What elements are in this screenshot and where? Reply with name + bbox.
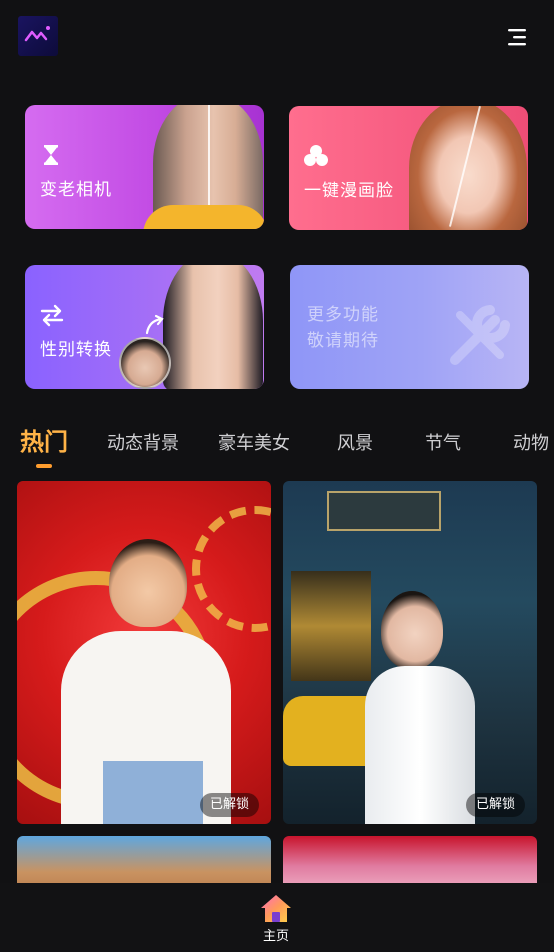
category-tabs: 热门 动态背景 豪车美女 风景 节气 动物 — [0, 418, 554, 470]
coming-soon-line2: 敬请期待 — [307, 331, 379, 351]
cartoon-face-image — [409, 106, 527, 230]
feature-card-cartoon-face[interactable]: 一键漫画脸 — [289, 106, 528, 230]
feature-label-cartoon: 一键漫画脸 — [304, 181, 394, 201]
unlocked-badge: 已解锁 — [199, 793, 259, 817]
tab-scenery[interactable]: 风景 — [337, 429, 373, 455]
tab-solar-terms[interactable]: 节气 — [425, 429, 461, 455]
woman-suit — [365, 666, 475, 824]
gender-arrow-icon — [143, 313, 167, 337]
feature-card-aging-camera[interactable]: 变老相机 — [25, 105, 264, 229]
feature-card-coming-soon: 更多功能 敬请期待 — [290, 265, 529, 389]
decor-fan — [192, 506, 271, 632]
nav-home[interactable]: 主页 — [256, 893, 296, 944]
person-head — [109, 539, 187, 627]
tab-hot[interactable]: 热门 — [20, 422, 68, 457]
nav-home-label: 主页 — [262, 929, 289, 944]
shop-sign — [327, 491, 441, 531]
bottom-nav: 主页 — [0, 883, 554, 952]
feature-label-aging: 变老相机 — [40, 180, 112, 200]
shop-front — [291, 571, 371, 681]
feature-label-gender: 性别转换 — [40, 340, 112, 360]
gender-female-image — [163, 265, 263, 389]
feature-card-gender-swap[interactable]: 性别转换 — [25, 265, 264, 389]
top-bar — [0, 0, 554, 80]
tab-animals[interactable]: 动物 — [513, 429, 549, 455]
tab-luxury-car-beauty[interactable]: 豪车美女 — [218, 429, 290, 455]
cluster-icon — [303, 144, 329, 168]
brand-logo-icon[interactable] — [18, 16, 58, 56]
woman-head — [381, 591, 443, 669]
gender-male-image — [119, 337, 171, 389]
active-tab-indicator — [36, 464, 52, 468]
hourglass-icon — [39, 143, 65, 167]
home-icon — [261, 895, 291, 922]
menu-icon[interactable] — [506, 26, 528, 48]
wrench-icon — [440, 295, 520, 375]
template-tile-new-year[interactable]: 已解锁 — [17, 481, 271, 824]
coming-soon-line1: 更多功能 — [307, 305, 379, 325]
swap-arrows-icon — [39, 303, 65, 327]
coming-soon-text: 更多功能 敬请期待 — [307, 302, 379, 354]
tab-dynamic-background[interactable]: 动态背景 — [107, 429, 179, 455]
person-jeans — [103, 761, 203, 824]
unlocked-badge: 已解锁 — [465, 793, 525, 817]
aging-shirt — [143, 205, 264, 229]
template-tile-city-night[interactable]: 已解锁 — [283, 481, 537, 824]
